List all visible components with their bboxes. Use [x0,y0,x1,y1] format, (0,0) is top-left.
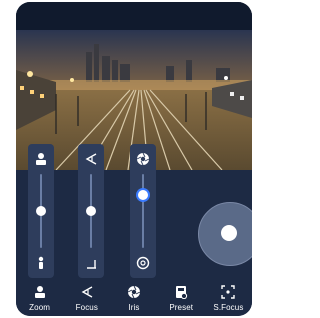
aperture-icon [126,284,142,300]
tab-iris-label: Iris [128,303,140,312]
iris-slider-thumb[interactable] [138,190,148,200]
iris-slider[interactable] [130,144,156,278]
tab-preset-label: Preset [169,303,194,312]
person-small-icon[interactable] [28,254,54,272]
focus-near-icon[interactable] [78,254,104,272]
preset-icon [173,284,189,300]
bottom-tab-bar: Zoom Focus Iris Preset S.Focus [16,280,252,316]
smart-focus-icon [220,284,236,300]
tab-smart-focus[interactable]: S.Focus [205,280,252,316]
zoom-slider-thumb[interactable] [36,206,46,216]
tab-smart-focus-label: S.Focus [213,303,244,312]
joystick-knob[interactable] [221,225,237,241]
tab-focus-label: Focus [75,303,98,312]
top-bar [16,2,252,30]
zoom-slider[interactable] [28,144,54,278]
focus-angle-icon [79,284,95,300]
tab-focus[interactable]: Focus [63,280,110,316]
tab-iris[interactable]: Iris [110,280,157,316]
device-frame: Zoom Focus Iris Preset S.Focus [0,0,265,318]
aperture-open-icon[interactable] [130,150,156,168]
tab-preset[interactable]: Preset [158,280,205,316]
person-large-icon[interactable] [28,150,54,168]
person-icon [32,284,48,300]
focus-slider-thumb[interactable] [86,206,96,216]
focus-slider[interactable] [78,144,104,278]
aperture-closed-icon[interactable] [130,254,156,272]
tab-zoom[interactable]: Zoom [16,280,63,316]
focus-angle-icon[interactable] [78,150,104,168]
iris-slider-track[interactable] [142,174,144,248]
tab-zoom-label: Zoom [29,303,51,312]
camera-control-app: Zoom Focus Iris Preset S.Focus [16,2,252,316]
